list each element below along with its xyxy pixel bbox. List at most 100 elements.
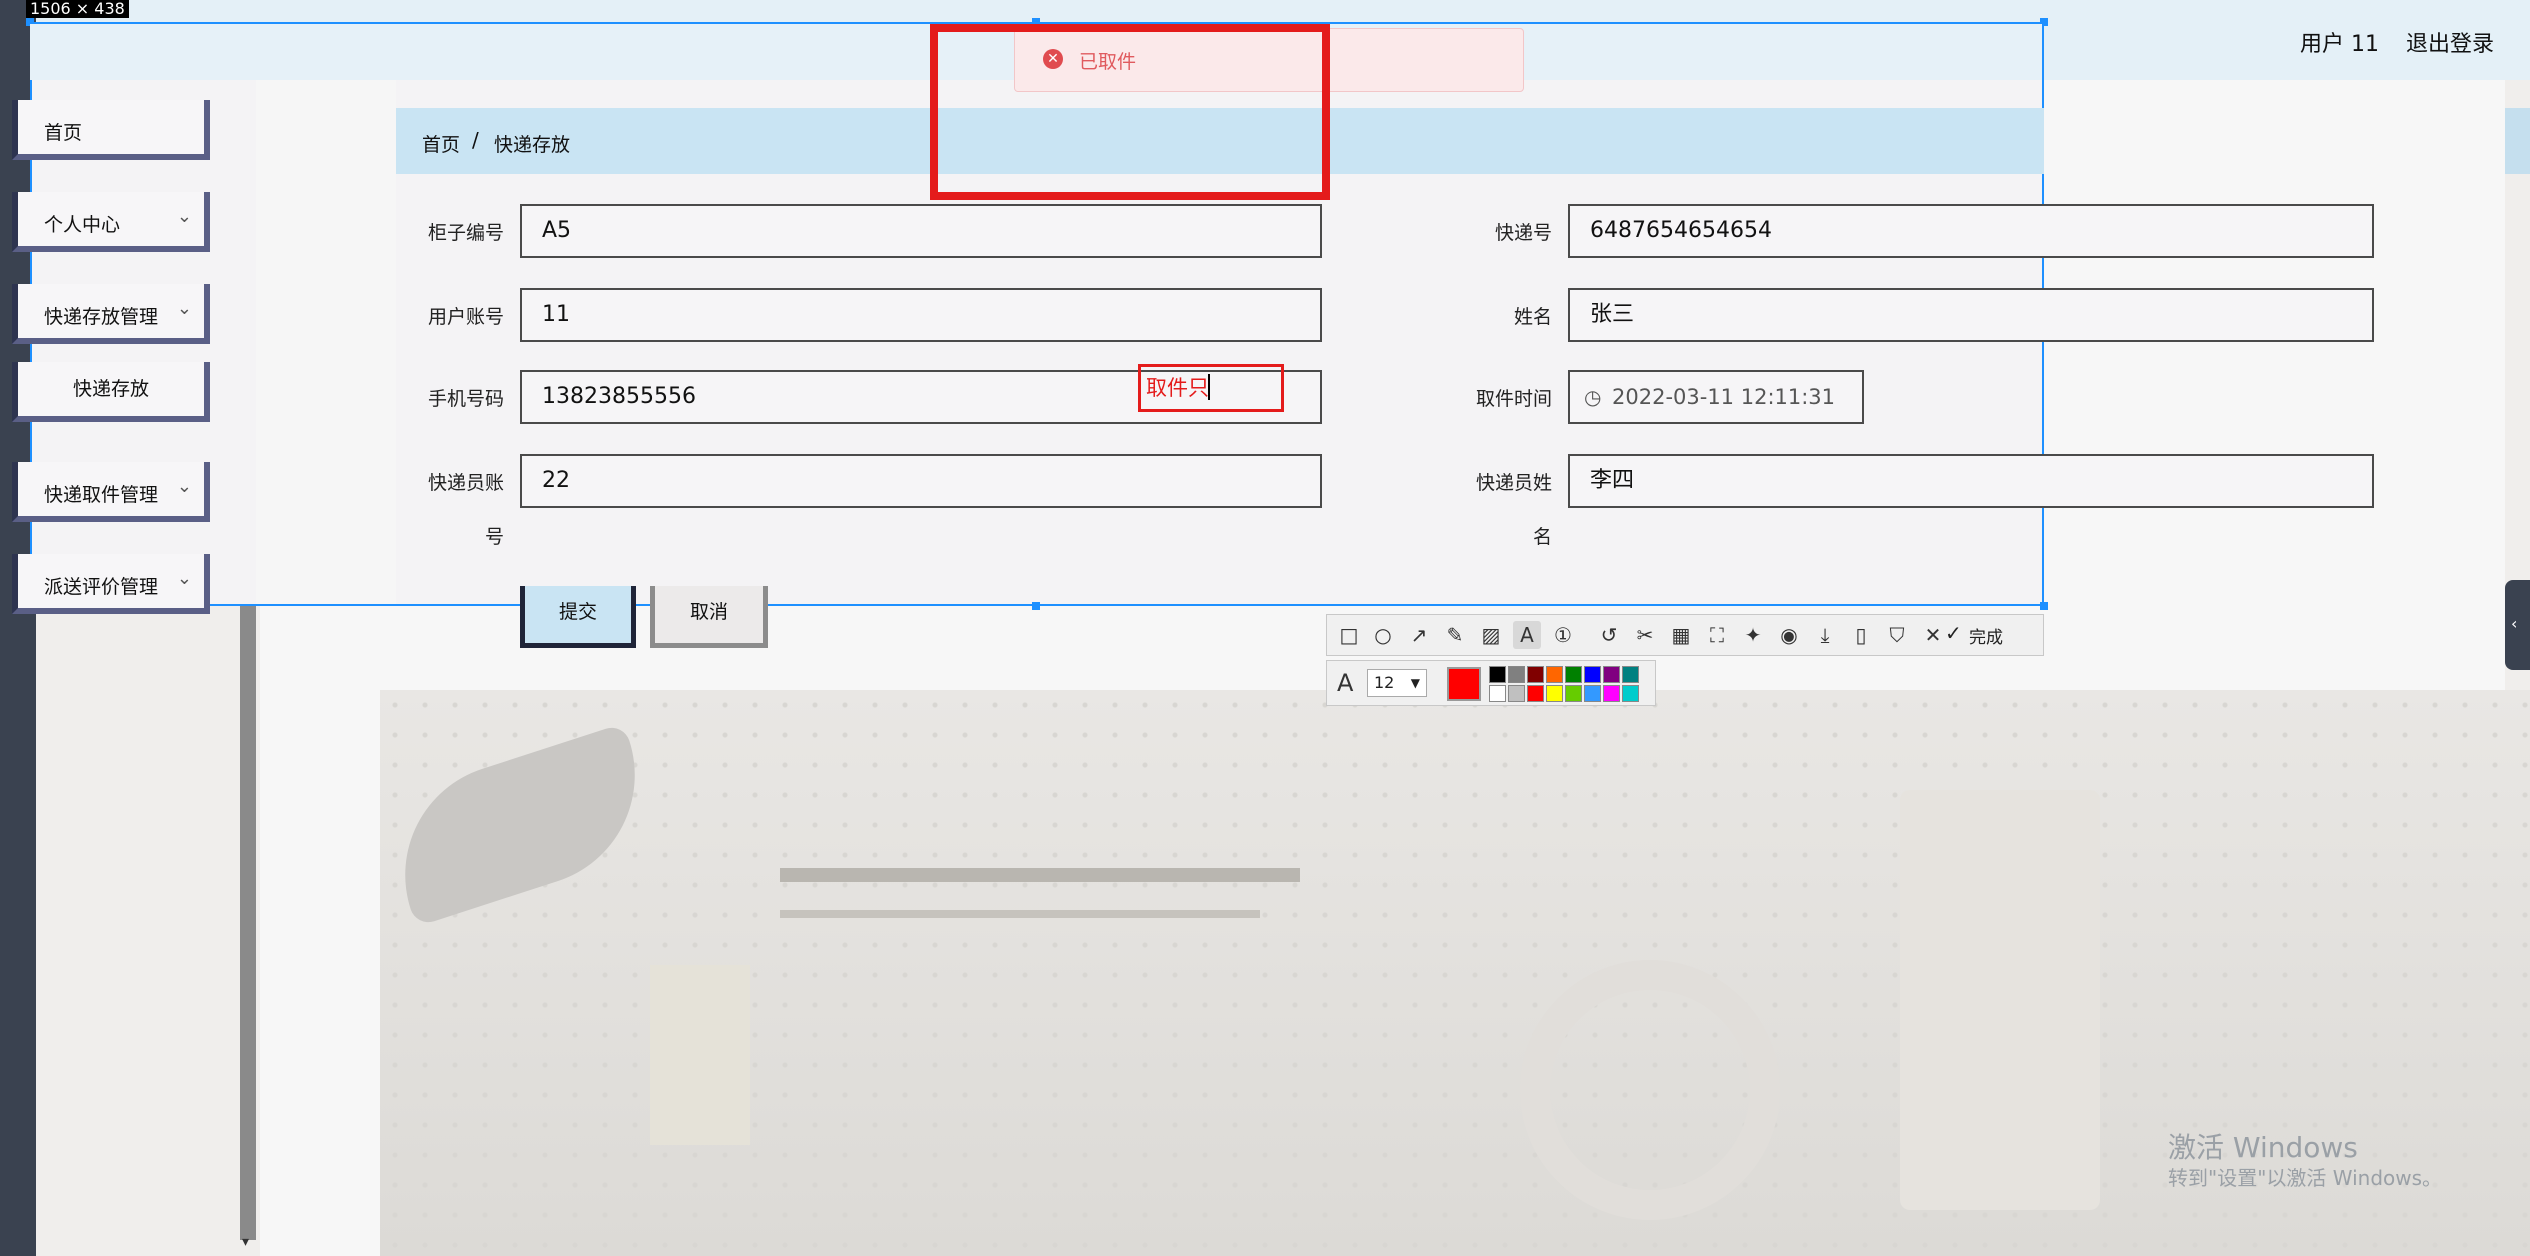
phone-icon[interactable]: ▯ — [1847, 621, 1875, 649]
color-swatch[interactable] — [1527, 666, 1544, 683]
account-label: 用户账号 — [427, 306, 504, 328]
color-swatch[interactable] — [1603, 685, 1620, 702]
chevron-left-icon: ‹ — [2511, 614, 2518, 633]
color-swatch[interactable] — [1546, 666, 1563, 683]
account-input[interactable]: 11 — [520, 288, 1322, 342]
chevron-down-icon: ⌄ — [176, 568, 192, 589]
dropdown-arrow-icon: ▼ — [1410, 676, 1420, 690]
done-button[interactable]: 完成 — [1969, 623, 2003, 648]
phone-label: 手机号码 — [427, 388, 504, 410]
sidebar-item-storage-management[interactable]: 快递存放管理 ⌄ — [12, 284, 210, 344]
color-swatch[interactable] — [1508, 685, 1525, 702]
color-swatch[interactable] — [1565, 666, 1582, 683]
logout-link[interactable]: 退出登录 — [2406, 26, 2494, 58]
photo-disk — [1520, 960, 1780, 1220]
header-username: 用户 11 — [2300, 32, 2379, 57]
tracking-label: 快递号 — [1494, 222, 1552, 244]
color-swatch[interactable] — [1527, 685, 1544, 702]
photo-pot — [650, 965, 750, 1145]
rectangle-tool-icon[interactable]: □ — [1335, 621, 1363, 649]
pickup-time-label: 取件时间 — [1475, 388, 1552, 410]
sidebar-item-label: 个人中心 — [44, 214, 121, 236]
photo-vase — [1900, 790, 2100, 1210]
annotation-text[interactable]: 取件只 — [1146, 372, 1209, 402]
capture-size-label: 1506 × 438 — [26, 0, 129, 18]
number-tool-icon[interactable]: ① — [1549, 621, 1577, 649]
close-icon[interactable]: ✕ — [1919, 621, 1947, 649]
chevron-down-icon: ⌄ — [176, 298, 192, 319]
cabinet-input[interactable]: A5 — [520, 204, 1322, 258]
mosaic-tool-icon[interactable]: ▨ — [1477, 621, 1505, 649]
scroll-capture-icon[interactable]: ⛶ — [1703, 621, 1731, 649]
chevron-down-icon: ⌄ — [176, 206, 192, 227]
color-swatch[interactable] — [1546, 685, 1563, 702]
content-gutter — [256, 80, 396, 604]
download-icon[interactable]: ⤓ — [1811, 621, 1839, 649]
color-swatch[interactable] — [1565, 685, 1582, 702]
color-swatch[interactable] — [1489, 666, 1506, 683]
check-icon: ✓ — [1945, 621, 1962, 645]
arrow-tool-icon[interactable]: ↗ — [1405, 621, 1433, 649]
pencil-tool-icon[interactable]: ✎ — [1441, 621, 1469, 649]
sidebar-subitem-storage[interactable]: 快递存放 — [12, 362, 210, 422]
name-input[interactable]: 张三 — [1568, 288, 2374, 342]
color-swatch[interactable] — [1584, 685, 1601, 702]
side-drawer-toggle[interactable]: ‹ — [2505, 580, 2530, 670]
snip-toolbar: □ ○ ↗ ✎ ▨ A ① ↺ ✂ ▦ ⛶ ✦ ◉ ⤓ ▯ ⛉ ✕ ✓ 完成 — [1326, 614, 2044, 656]
ellipse-tool-icon[interactable]: ○ — [1369, 621, 1397, 649]
courier-account-input[interactable]: 22 — [520, 454, 1322, 508]
courier-name-label-wrap: 名 — [1532, 526, 1552, 548]
sidebar-item-personal-center[interactable]: 个人中心 ⌄ — [12, 192, 210, 252]
breadcrumb-home[interactable]: 首页 — [422, 130, 460, 157]
cabinet-label: 柜子编号 — [427, 222, 504, 244]
color-swatch[interactable] — [1622, 685, 1639, 702]
name-label: 姓名 — [1513, 306, 1552, 328]
courier-account-label: 快递员账 — [427, 472, 504, 494]
pin-icon[interactable]: ✦ — [1739, 621, 1767, 649]
text-tool-icon[interactable]: A — [1513, 621, 1541, 649]
chevron-down-icon: ⌄ — [176, 476, 192, 497]
bookmark-icon[interactable]: ⛉ — [1883, 621, 1911, 649]
breadcrumb-current: 快递存放 — [494, 134, 571, 156]
photo-lamp — [780, 868, 1300, 882]
sidebar-item-delivery-review[interactable]: 派送评价管理 ⌄ — [12, 554, 210, 614]
color-swatch[interactable] — [1603, 666, 1620, 683]
sidebar-item-label: 快递存放管理 — [44, 306, 159, 328]
courier-name-input[interactable]: 李四 — [1568, 454, 2374, 508]
scissors-icon[interactable]: ✂ — [1631, 621, 1659, 649]
text-style-toolbar: A 12 ▼ — [1326, 660, 1656, 706]
color-swatch[interactable] — [1489, 685, 1506, 702]
sidebar-item-pickup-management[interactable]: 快递取件管理 ⌄ — [12, 462, 210, 522]
annotation-rectangle-large[interactable] — [930, 24, 1330, 200]
courier-name-label: 快递员姓 — [1475, 472, 1552, 494]
record-icon[interactable]: ◉ — [1775, 621, 1803, 649]
color-swatch[interactable] — [1622, 666, 1639, 683]
breadcrumb-separator: / — [472, 128, 479, 152]
tracking-input[interactable]: 6487654654654 — [1568, 204, 2374, 258]
current-color-swatch[interactable] — [1447, 667, 1481, 701]
resize-handle-bottom-right[interactable] — [2040, 602, 2048, 610]
resize-handle-bottom[interactable] — [1032, 602, 1040, 610]
courier-account-label-wrap: 号 — [484, 526, 504, 548]
sidebar-item-label: 派送评价管理 — [44, 576, 159, 598]
photo-lamp-arm — [780, 910, 1260, 918]
sidebar-item-home[interactable]: 首页 — [12, 100, 210, 160]
font-icon: A — [1337, 669, 1354, 697]
ocr-icon[interactable]: ▦ — [1667, 621, 1695, 649]
font-size-value: 12 — [1374, 673, 1395, 692]
pickup-time-value: 2022-03-11 12:11:31 — [1612, 385, 1836, 409]
color-swatch[interactable] — [1508, 666, 1525, 683]
clock-icon: ◷ — [1584, 385, 1602, 409]
font-size-select[interactable]: 12 ▼ — [1367, 669, 1427, 697]
windows-activation-subtitle: 转到"设置"以激活 Windows。 — [2168, 1166, 2443, 1190]
undo-icon[interactable]: ↺ — [1595, 621, 1623, 649]
windows-activation-title: 激活 Windows — [2168, 1131, 2358, 1164]
text-cursor — [1208, 374, 1210, 400]
pickup-time-picker[interactable]: ◷ 2022-03-11 12:11:31 — [1568, 370, 1864, 424]
cancel-button[interactable]: 取消 — [650, 586, 768, 648]
sidebar-item-label: 快递取件管理 — [44, 484, 159, 506]
submit-button[interactable]: 提交 — [520, 586, 636, 648]
sidebar-item-label: 首页 — [44, 122, 83, 144]
scroll-down-icon[interactable]: ▾ — [242, 1234, 249, 1250]
color-swatch[interactable] — [1584, 666, 1601, 683]
